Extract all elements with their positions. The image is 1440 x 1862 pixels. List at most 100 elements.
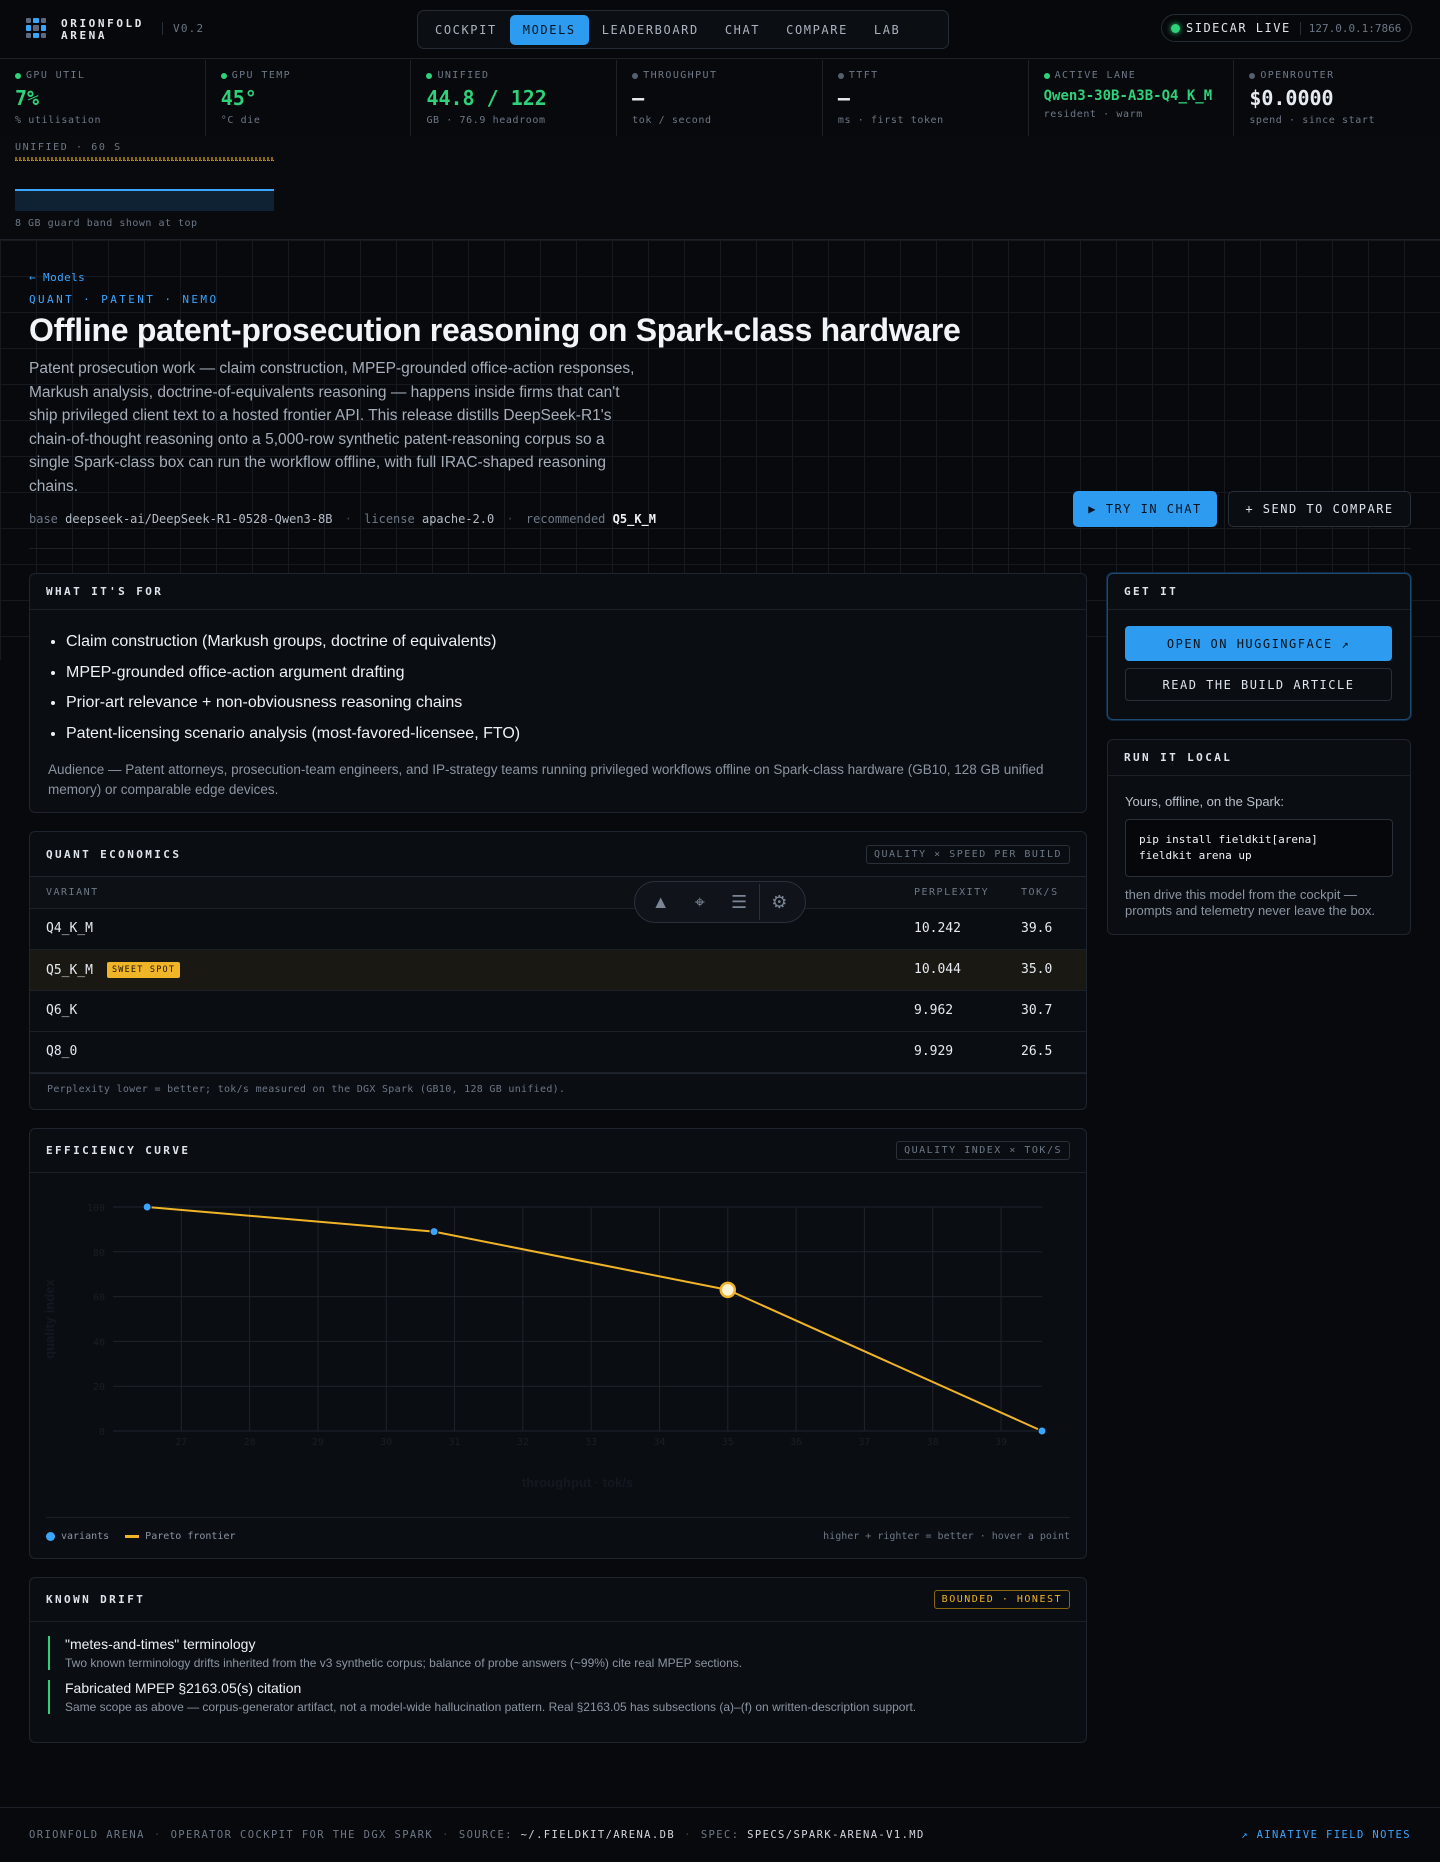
card-title: KNOWN DRIFT — [46, 1593, 146, 1606]
cell-tps: 30.7 — [1021, 990, 1086, 1032]
x-tick-label: 35 — [722, 1437, 734, 1448]
install-code-block[interactable]: pip install fieldkit[arena] fieldkit are… — [1125, 819, 1393, 877]
variants-legend-icon — [46, 1532, 55, 1541]
metric-gpu-temp: GPU TEMP 45° °C die — [206, 60, 412, 136]
metric-label: TTFT — [848, 70, 879, 81]
card-badge: QUALITY INDEX × TOK/S — [896, 1141, 1070, 1160]
sweet-spot-badge: SWEET SPOT — [106, 961, 181, 978]
table-header: VARIANT PERPLEXITY TOK/S — [30, 877, 1086, 909]
footer-source-label: SOURCE: — [458, 1829, 513, 1841]
tab-models[interactable]: MODELS — [509, 14, 589, 45]
col-toks: TOK/S — [1021, 877, 1086, 909]
page-title: Offline patent-prosecution reasoning on … — [29, 312, 961, 348]
tab-chat[interactable]: CHAT — [712, 15, 773, 45]
metric-value: $0.0000 — [1249, 86, 1334, 110]
highlighted-point[interactable] — [719, 1281, 737, 1299]
metric-value: — — [837, 86, 850, 110]
version-label: V0.2 — [162, 22, 204, 35]
send-to-compare-button[interactable]: + SEND TO COMPARE — [1228, 491, 1411, 527]
logo-icon — [26, 18, 46, 38]
cell-ppl: 10.242 — [914, 908, 1021, 950]
x-tick-label: 39 — [995, 1437, 1007, 1448]
drift-desc: Two known terminology drifts inherited f… — [65, 1656, 743, 1670]
drift-title: Fabricated MPEP §2163.05(s) citation — [65, 1680, 302, 1696]
search-list-icon[interactable]: ☰ — [720, 892, 759, 913]
drift-item: "metes-and-times" terminology Two known … — [48, 1636, 1068, 1670]
license-label: license — [364, 512, 415, 526]
footer: ORIONFOLD ARENA · OPERATOR COCKPIT FOR T… — [0, 1807, 1440, 1862]
metric-throughput: THROUGHPUT — tok / second — [617, 60, 823, 136]
card-title: GET IT — [1124, 585, 1179, 598]
local-intro: Yours, offline, on the Spark: — [1125, 794, 1284, 809]
col-perplexity: PERPLEXITY — [914, 877, 1021, 909]
model-meta: base deepseek-ai/DeepSeek-R1-0528-Qwen3-… — [29, 512, 656, 526]
known-drift-card: KNOWN DRIFT BOUNDED · HONEST "metes-and-… — [29, 1577, 1087, 1743]
unified-memory-panel: UNIFIED · 60 S 8 GB guard band shown at … — [0, 136, 1440, 240]
metric-value: 44.8 / 122 — [426, 86, 547, 110]
local-after: then drive this model from the cockpit —… — [1125, 887, 1376, 918]
field-notes-link[interactable]: ↗ AINATIVE FIELD NOTES — [1241, 1829, 1411, 1841]
metric-sub: GB · 76.9 headroom — [426, 115, 546, 126]
card-title: EFFICIENCY CURVE — [46, 1144, 191, 1157]
x-tick-label: 28 — [244, 1437, 256, 1448]
tab-cockpit[interactable]: COCKPIT — [422, 15, 510, 45]
astro-icon[interactable]: ▲ — [641, 892, 680, 913]
footer-source: ~/.FIELDKIT/ARENA.DB — [520, 1829, 676, 1841]
tab-compare[interactable]: COMPARE — [773, 15, 861, 45]
top-nav: ORIONFOLD ARENA V0.2 COCKPIT MODELS LEAD… — [0, 0, 1440, 59]
metric-unified: UNIFIED 44.8 / 122 GB · 76.9 headroom — [411, 60, 618, 136]
footer-tagline: OPERATOR COCKPIT FOR THE DGX SPARK — [170, 1829, 434, 1841]
list-item: Prior-art relevance + non-obviousness re… — [66, 688, 1086, 719]
cursor-select-icon[interactable]: ⌖ — [680, 892, 719, 913]
card-title: RUN IT LOCAL — [1124, 751, 1233, 764]
try-in-chat-button[interactable]: ▶ TRY IN CHAT — [1073, 491, 1217, 527]
sidecar-status[interactable]: SIDECAR LIVE 127.0.0.1:7866 — [1161, 14, 1412, 42]
read-build-article-button[interactable]: READ THE BUILD ARTICLE — [1125, 668, 1392, 701]
status-dot-icon — [1043, 72, 1050, 79]
tab-leaderboard[interactable]: LEADERBOARD — [589, 15, 712, 45]
back-link[interactable]: ← Models — [29, 271, 85, 284]
table-row[interactable]: Q6_K 9.962 30.7 — [30, 990, 1086, 1032]
cell-tps: 35.0 — [1021, 949, 1086, 991]
data-point[interactable] — [142, 1202, 152, 1212]
efficiency-chart[interactable]: 0 20 40 60 80 100 27 28 29 30 31 32 33 34 35 36 37 38 39 th… — [30, 1174, 1086, 1504]
status-dot-icon — [220, 72, 227, 79]
page-description: Patent prosecution work — claim construc… — [29, 360, 635, 495]
x-tick-label: 36 — [790, 1437, 802, 1448]
status-dot-icon — [1249, 72, 1256, 79]
y-tick-label: 40 — [93, 1337, 105, 1348]
metric-sub: tok / second — [632, 115, 712, 126]
x-tick-label: 30 — [380, 1437, 392, 1448]
y-tick-label: 20 — [93, 1382, 105, 1393]
tab-lab[interactable]: LAB — [861, 15, 913, 45]
memory-bar — [15, 189, 274, 211]
x-axis-label: throughput · tok/s — [522, 1475, 633, 1490]
open-huggingface-button[interactable]: OPEN ON HUGGINGFACE ↗ — [1125, 626, 1392, 661]
y-tick-label: 100 — [87, 1203, 105, 1214]
x-tick-label: 38 — [927, 1437, 939, 1448]
sidecar-label: SIDECAR LIVE — [1186, 21, 1291, 35]
status-dot-icon — [15, 72, 21, 79]
data-point[interactable] — [429, 1227, 439, 1237]
breadcrumb: QUANT · PATENT · NEMO — [29, 293, 219, 306]
table-row[interactable]: Q4_K_M 10.242 39.6 — [30, 908, 1086, 950]
run-it-local-card: RUN IT LOCAL Yours, offline, on the Spar… — [1107, 739, 1411, 935]
gear-icon[interactable]: ⚙ — [760, 892, 799, 913]
status-dot-icon — [632, 72, 639, 79]
y-tick-label: 80 — [93, 1248, 105, 1259]
metric-label: UNIFIED — [437, 70, 490, 81]
data-point[interactable] — [1037, 1426, 1047, 1436]
list-item: MPEP-grounded office-action argument dra… — [66, 658, 1086, 689]
metric-sub: ms · first token — [837, 115, 944, 126]
table-row-sweet-spot[interactable]: Q5_K_M SWEET SPOT 10.044 35.0 — [30, 949, 1086, 991]
sidecar-address: 127.0.0.1:7866 — [1299, 21, 1401, 35]
metric-value: 45° — [220, 86, 257, 110]
x-tick-label: 31 — [449, 1437, 461, 1448]
base-value: deepseek-ai/DeepSeek-R1-0528-Qwen3-8B — [65, 512, 333, 526]
quant-economics-card: QUANT ECONOMICS QUALITY × SPEED PER BUIL… — [29, 831, 1087, 1110]
metric-label: ACTIVE LANE — [1054, 70, 1137, 81]
metric-label: GPU UTIL — [26, 70, 86, 81]
drift-item: Fabricated MPEP §2163.05(s) citation Sam… — [48, 1680, 1068, 1714]
metric-openrouter: OPENROUTER $0.0000 spend · since start — [1234, 60, 1440, 136]
table-row[interactable]: Q8_0 9.929 26.5 — [30, 1031, 1086, 1073]
